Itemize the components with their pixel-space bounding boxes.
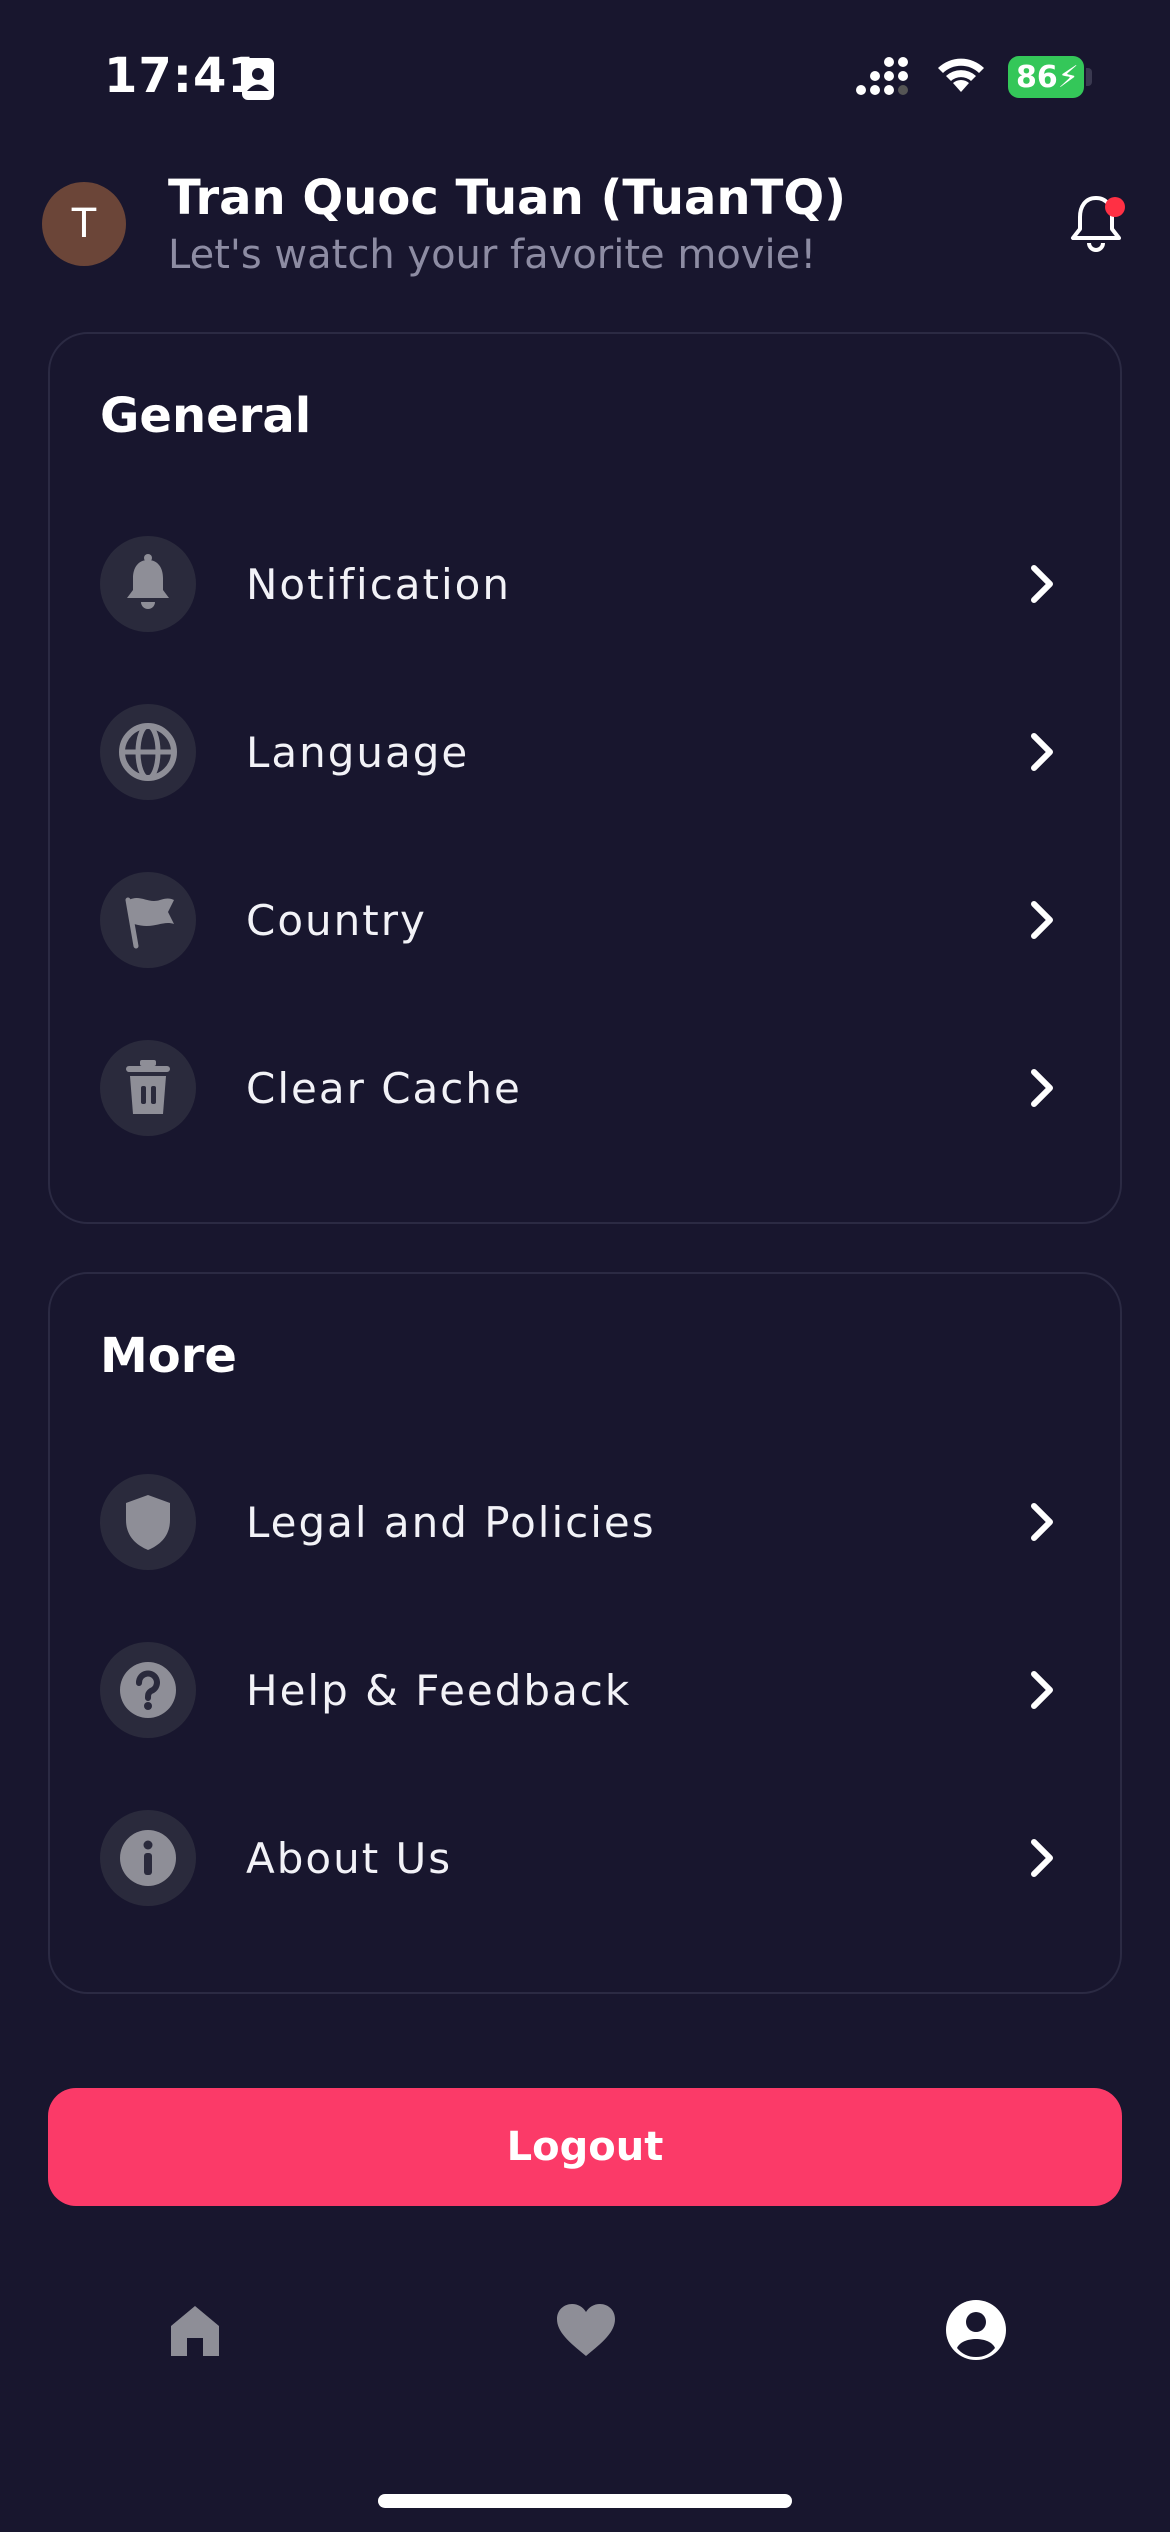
settings-item-notification[interactable]: Notification bbox=[100, 534, 1074, 634]
status-time: 17:41 bbox=[104, 48, 262, 104]
chevron-right-icon bbox=[1022, 1838, 1062, 1878]
charging-bolt-icon: ⚡ bbox=[1057, 59, 1079, 95]
chevron-right-icon bbox=[1022, 1502, 1062, 1542]
settings-item-country[interactable]: Country bbox=[100, 870, 1074, 970]
notification-badge bbox=[1105, 197, 1125, 217]
info-icon bbox=[100, 1810, 196, 1906]
bell-icon bbox=[100, 536, 196, 632]
general-settings-card: General Notification Language Country Cl bbox=[48, 332, 1122, 1224]
chevron-right-icon bbox=[1022, 732, 1062, 772]
globe-icon bbox=[100, 704, 196, 800]
settings-item-about[interactable]: About Us bbox=[100, 1808, 1074, 1908]
avatar[interactable]: T bbox=[42, 182, 126, 266]
heart-icon bbox=[555, 2302, 617, 2362]
settings-item-label: Language bbox=[246, 727, 470, 777]
chevron-right-icon bbox=[1022, 900, 1062, 940]
cellular-signal-icon bbox=[855, 54, 917, 102]
home-indicator bbox=[378, 2494, 792, 2508]
settings-item-clear-cache[interactable]: Clear Cache bbox=[100, 1038, 1074, 1138]
settings-item-label: Clear Cache bbox=[246, 1063, 522, 1113]
battery-indicator: 86 ⚡ bbox=[1008, 56, 1084, 98]
wifi-icon bbox=[934, 54, 988, 98]
settings-item-label: Notification bbox=[246, 559, 511, 609]
flag-icon bbox=[100, 872, 196, 968]
header-subtitle: Let's watch your favorite movie! bbox=[168, 232, 817, 278]
profile-icon bbox=[944, 2298, 1008, 2366]
settings-item-language[interactable]: Language bbox=[100, 702, 1074, 802]
settings-item-label: About Us bbox=[246, 1833, 453, 1883]
home-icon bbox=[167, 2302, 223, 2362]
chevron-right-icon bbox=[1022, 1068, 1062, 1108]
battery-level: 86 bbox=[1016, 59, 1058, 95]
trash-icon bbox=[100, 1040, 196, 1136]
settings-item-help[interactable]: Help & Feedback bbox=[100, 1640, 1074, 1740]
user-name: Tran Quoc Tuan (TuanTQ) bbox=[168, 170, 847, 226]
help-icon bbox=[100, 1642, 196, 1738]
more-settings-card: More Legal and Policies Help & Feedback … bbox=[48, 1272, 1122, 1994]
settings-item-label: Country bbox=[246, 895, 427, 945]
shield-icon bbox=[100, 1474, 196, 1570]
settings-item-label: Help & Feedback bbox=[246, 1665, 632, 1715]
battery-tip bbox=[1086, 68, 1092, 86]
tab-favorites[interactable] bbox=[546, 2292, 626, 2372]
chevron-right-icon bbox=[1022, 1670, 1062, 1710]
more-section-title: More bbox=[100, 1328, 237, 1384]
contact-card-icon bbox=[242, 58, 274, 100]
general-section-title: General bbox=[100, 388, 312, 444]
tab-profile[interactable] bbox=[936, 2292, 1016, 2372]
tab-home[interactable] bbox=[155, 2292, 235, 2372]
chevron-right-icon bbox=[1022, 564, 1062, 604]
settings-item-legal[interactable]: Legal and Policies bbox=[100, 1472, 1074, 1572]
settings-item-label: Legal and Policies bbox=[246, 1497, 656, 1547]
logout-button[interactable]: Logout bbox=[48, 2088, 1122, 2206]
